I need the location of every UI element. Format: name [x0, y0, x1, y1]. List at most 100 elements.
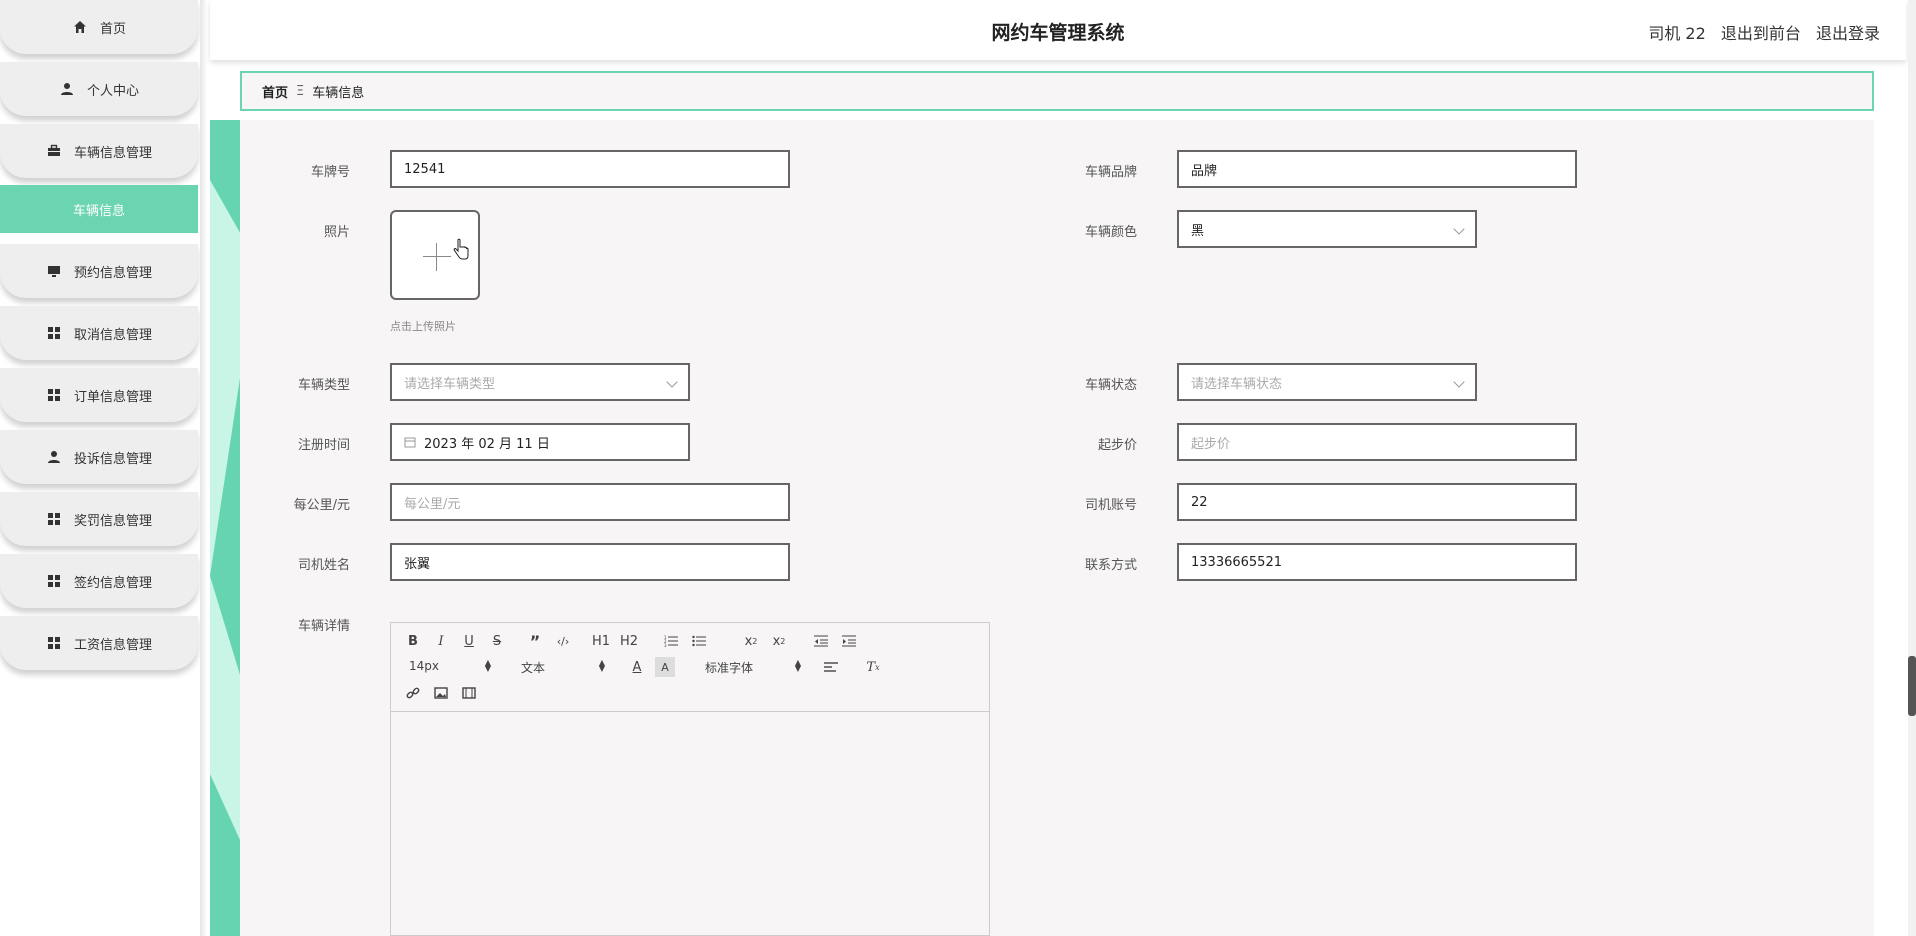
sidebar-item-vehicle-management[interactable]: 车辆信息管理: [0, 124, 198, 178]
sidebar-item-home[interactable]: 首页: [0, 0, 198, 54]
sidebar-item-label: 奖罚信息管理: [73, 513, 152, 529]
reg-date-picker[interactable]: 2023 年 02 月 11 日: [390, 423, 690, 461]
sidebar-item-label: 订单信息管理: [73, 389, 152, 405]
detail-label: 车辆详情: [297, 619, 350, 634]
image-icon[interactable]: [431, 683, 451, 703]
photo-uploader[interactable]: [390, 210, 480, 300]
font-size-select[interactable]: 14px ▲ ▼: [409, 658, 491, 674]
clear-format-icon[interactable]: Tx: [863, 657, 883, 677]
header-actions: 司机 22 退出到前台 退出登录: [1648, 20, 1880, 44]
scrollbar-thumb[interactable]: [1908, 656, 1916, 716]
chevron-down-icon: [1453, 376, 1465, 388]
plus-icon: [423, 256, 451, 257]
strike-icon[interactable]: S: [487, 631, 507, 651]
grid-icon: [46, 511, 62, 527]
blockquote-icon[interactable]: ”: [525, 631, 545, 651]
sidebar-item-label: 取消信息管理: [73, 327, 152, 343]
plate-value: 12541: [404, 161, 446, 177]
background-color-icon[interactable]: A: [655, 657, 675, 677]
h2-label: H2: [619, 633, 639, 649]
exit-to-front-link[interactable]: 退出到前台: [1721, 24, 1801, 43]
contact-input[interactable]: 13336665521: [1177, 543, 1577, 581]
upload-hint: 点击上传照片: [390, 320, 456, 333]
briefcase-icon: [46, 143, 62, 159]
sidebar-item-rewards[interactable]: 奖罚信息管理: [0, 492, 198, 546]
heading-select[interactable]: 文本 ▲ ▼: [521, 659, 605, 676]
bold-icon[interactable]: B: [403, 631, 423, 651]
logout-link[interactable]: 退出登录: [1816, 24, 1880, 43]
sidebar-item-label: 个人中心: [86, 83, 139, 99]
status-label: 车辆状态: [1084, 378, 1137, 393]
sidebar-item-orders[interactable]: 订单信息管理: [0, 368, 198, 422]
ordered-list-icon[interactable]: 123: [661, 631, 681, 651]
page-scrollbar[interactable]: [1908, 0, 1916, 936]
driver-account-value: 22: [1191, 494, 1208, 510]
font-family-select[interactable]: 标准字体 ▲ ▼: [705, 659, 801, 676]
type-label: 车辆类型: [297, 378, 350, 393]
per-km-input[interactable]: 每公里/元: [390, 483, 790, 521]
home-icon: [72, 19, 88, 35]
status-select[interactable]: 请选择车辆状态: [1177, 363, 1477, 401]
bullet-list-icon[interactable]: [689, 631, 709, 651]
type-placeholder: 请选择车辆类型: [404, 376, 496, 392]
sidebar-item-label: 工资信息管理: [73, 637, 152, 653]
updown-icon: ▲ ▼: [484, 658, 491, 673]
start-price-label: 起步价: [1097, 438, 1137, 453]
per-km-placeholder: 每公里/元: [404, 496, 461, 512]
start-price-input[interactable]: 起步价: [1177, 423, 1577, 461]
chevron-down-icon: [1453, 223, 1465, 235]
color-value: 黑: [1191, 223, 1205, 239]
vehicle-form: 车牌号 12541 车辆品牌 品牌 照片 点击上传照片 车辆颜色 黑 车辆类型 …: [240, 120, 1874, 936]
editor-toolbar: B I U S ” ‹/› H1 H2 123 x2 x2 14px ▲ ▼ 文…: [391, 623, 989, 712]
sidebar-item-label: 首页: [99, 21, 126, 37]
sidebar-item-complaints[interactable]: 投诉信息管理: [0, 430, 198, 484]
sidebar-subitem-vehicle-info[interactable]: 车辆信息: [0, 185, 198, 233]
updown-icon: ▲ ▼: [598, 658, 605, 673]
h1-label: H1: [591, 633, 611, 649]
superscript-icon[interactable]: x2: [769, 631, 789, 651]
align-icon[interactable]: [821, 657, 841, 677]
subscript-icon[interactable]: x2: [741, 631, 761, 651]
plate-label: 车牌号: [310, 165, 350, 180]
hand-cursor-icon: [453, 238, 469, 260]
breadcrumb: 首页 Ξ 车辆信息: [240, 71, 1874, 111]
plate-input[interactable]: 12541: [390, 150, 790, 188]
underline-icon[interactable]: U: [459, 631, 479, 651]
brand-value: 品牌: [1191, 163, 1218, 179]
per-km-label: 每公里/元: [293, 498, 350, 513]
breadcrumb-home[interactable]: 首页: [262, 82, 288, 101]
sidebar-item-label: 车辆信息: [72, 203, 125, 219]
contact-value: 13336665521: [1191, 554, 1282, 570]
h1-icon[interactable]: H1: [591, 631, 611, 651]
outdent-icon[interactable]: [811, 631, 831, 651]
video-icon[interactable]: [459, 683, 479, 703]
editor-content-area[interactable]: [391, 712, 989, 935]
sidebar-item-profile[interactable]: 个人中心: [0, 62, 198, 116]
breadcrumb-current: 车辆信息: [312, 85, 365, 101]
driver-account-input[interactable]: 22: [1177, 483, 1577, 521]
brand-input[interactable]: 品牌: [1177, 150, 1577, 188]
sidebar-item-salary[interactable]: 工资信息管理: [0, 616, 198, 670]
sidebar-divider: [200, 0, 206, 936]
font-color-icon[interactable]: A: [627, 657, 647, 677]
font-family-value: 标准字体: [705, 661, 754, 675]
h2-icon[interactable]: H2: [619, 631, 639, 651]
plus-icon-vertical: [436, 243, 437, 271]
sidebar-item-reservation[interactable]: 预约信息管理: [0, 244, 198, 298]
color-select[interactable]: 黑: [1177, 210, 1477, 248]
code-icon[interactable]: ‹/›: [553, 631, 573, 651]
type-select[interactable]: 请选择车辆类型: [390, 363, 690, 401]
sidebar: 首页 个人中心 车辆信息管理 车辆信息 预约信息管理 取消信息管理 订单信息管理: [0, 0, 200, 936]
driver-name-input[interactable]: 张翼: [390, 543, 790, 581]
calendar-icon: [404, 437, 416, 448]
grid-icon: [46, 573, 62, 589]
reg-time-label: 注册时间: [297, 438, 350, 453]
sidebar-item-contracts[interactable]: 签约信息管理: [0, 554, 198, 608]
driver-name-value: 张翼: [404, 556, 431, 572]
breadcrumb-separator: Ξ: [296, 83, 305, 99]
indent-icon[interactable]: [839, 631, 859, 651]
sidebar-item-cancel[interactable]: 取消信息管理: [0, 306, 198, 360]
link-icon[interactable]: [403, 683, 423, 703]
sidebar-item-label: 预约信息管理: [73, 265, 152, 281]
italic-icon[interactable]: I: [431, 631, 451, 651]
